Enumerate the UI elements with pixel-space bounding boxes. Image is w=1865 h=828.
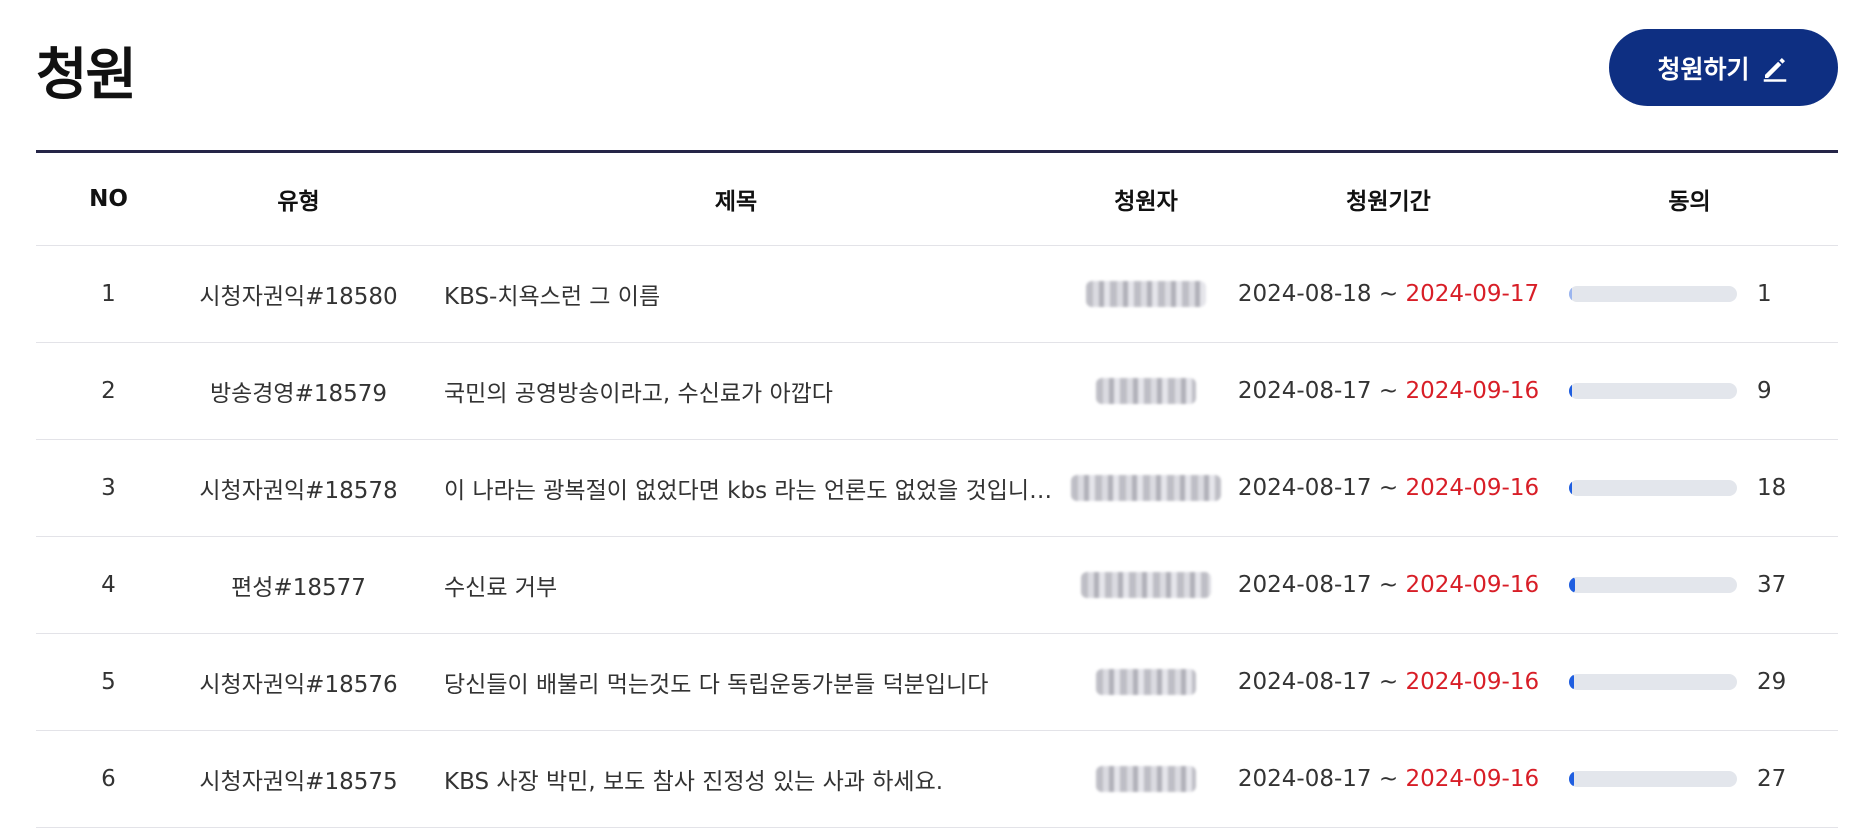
- header-type: 유형: [277, 189, 320, 215]
- row-agree: 29: [1541, 669, 1838, 695]
- agree-count: 1: [1757, 281, 1772, 307]
- row-type: 시청자권익#18578: [199, 478, 398, 504]
- row-agree: 18: [1541, 475, 1838, 501]
- author-name-redacted: [1086, 281, 1206, 307]
- table-row[interactable]: 4 편성#18577 수신료 거부 2024-08-17 ~ 2024-09-16 37: [36, 537, 1838, 634]
- row-no: 4: [101, 572, 116, 598]
- row-type: 시청자권익#18576: [199, 672, 398, 698]
- row-title-link[interactable]: 수신료 거부: [416, 568, 1056, 602]
- row-no: 1: [101, 281, 116, 307]
- period-start: 2024-08-18: [1237, 281, 1372, 307]
- agree-progress-fill: [1569, 480, 1573, 496]
- agree-progress-fill: [1569, 577, 1576, 593]
- agree-progress-bar: [1569, 674, 1737, 690]
- row-agree: 1: [1541, 281, 1838, 307]
- agree-count: 29: [1757, 669, 1787, 695]
- row-title-link[interactable]: 이 나라는 광복절이 없었다면 kbs 라는 언론도 없었을 것입니…: [416, 471, 1056, 505]
- period-end: 2024-09-16: [1405, 669, 1540, 695]
- page-title: 청원: [36, 43, 137, 108]
- table-row[interactable]: 6 시청자권익#18575 KBS 사장 박민, 보도 참사 진정성 있는 사과 하…: [36, 731, 1838, 828]
- period-separator: ~: [1378, 572, 1399, 598]
- row-period: 2024-08-18 ~ 2024-09-17: [1236, 281, 1541, 307]
- period-end: 2024-09-17: [1405, 281, 1540, 307]
- row-title-link[interactable]: 당신들이 배불리 먹는것도 다 독립운동가분들 덕분입니다: [416, 665, 1056, 699]
- table-body: 1 시청자권익#18580 KBS-치욕스런 그 이름 2024-08-18 ~ 20…: [36, 246, 1838, 828]
- period-separator: ~: [1378, 475, 1399, 501]
- row-period: 2024-08-17 ~ 2024-09-16: [1236, 475, 1541, 501]
- period-end: 2024-09-16: [1405, 378, 1540, 404]
- row-period: 2024-08-17 ~ 2024-09-16: [1236, 378, 1541, 404]
- agree-count: 18: [1757, 475, 1787, 501]
- author-name-redacted: [1071, 475, 1221, 501]
- agree-progress-bar: [1569, 383, 1737, 399]
- agree-count: 27: [1757, 766, 1787, 792]
- row-title-link[interactable]: 국민의 공영방송이라고, 수신료가 아깝다: [416, 374, 1056, 408]
- write-petition-label: 청원하기: [1657, 54, 1750, 84]
- row-author: [1056, 475, 1236, 501]
- table-header: NO 유형 제목 청원자 청원기간 동의: [36, 153, 1838, 246]
- agree-progress-fill: [1569, 383, 1572, 399]
- row-no: 3: [101, 475, 116, 501]
- row-period: 2024-08-17 ~ 2024-09-16: [1236, 766, 1541, 792]
- period-start: 2024-08-17: [1237, 378, 1372, 404]
- row-author: [1056, 669, 1236, 695]
- period-separator: ~: [1378, 378, 1399, 404]
- period-start: 2024-08-17: [1237, 766, 1372, 792]
- agree-progress-fill: [1569, 771, 1574, 787]
- period-separator: ~: [1378, 281, 1399, 307]
- period-end: 2024-09-16: [1405, 572, 1540, 598]
- period-separator: ~: [1378, 669, 1399, 695]
- row-author: [1056, 766, 1236, 792]
- row-period: 2024-08-17 ~ 2024-09-16: [1236, 669, 1541, 695]
- row-type: 편성#18577: [231, 575, 366, 601]
- header-period: 청원기간: [1346, 189, 1431, 215]
- table-row[interactable]: 2 방송경영#18579 국민의 공영방송이라고, 수신료가 아깝다 2024-08-…: [36, 343, 1838, 440]
- row-no: 6: [101, 766, 116, 792]
- row-no: 2: [101, 378, 116, 404]
- author-name-redacted: [1096, 766, 1196, 792]
- header-author: 청원자: [1114, 189, 1178, 215]
- row-author: [1056, 572, 1236, 598]
- row-type: 방송경영#18579: [209, 381, 388, 407]
- agree-progress-bar: [1569, 577, 1737, 593]
- row-no: 5: [101, 669, 116, 695]
- agree-progress-bar: [1569, 480, 1737, 496]
- agree-progress-fill: [1569, 286, 1572, 302]
- period-separator: ~: [1378, 766, 1399, 792]
- row-type: 시청자권익#18575: [199, 769, 398, 795]
- row-agree: 37: [1541, 572, 1838, 598]
- period-start: 2024-08-17: [1237, 669, 1372, 695]
- row-title-link[interactable]: KBS-치욕스런 그 이름: [416, 277, 1056, 311]
- period-end: 2024-09-16: [1405, 766, 1540, 792]
- row-author: [1056, 281, 1236, 307]
- period-end: 2024-09-16: [1405, 475, 1540, 501]
- row-type: 시청자권익#18580: [199, 284, 398, 310]
- petition-table: NO 유형 제목 청원자 청원기간 동의 1 시청자권익#18580 KBS-치욕스…: [36, 150, 1838, 828]
- row-period: 2024-08-17 ~ 2024-09-16: [1236, 572, 1541, 598]
- agree-progress-bar: [1569, 286, 1737, 302]
- pencil-icon: [1763, 57, 1786, 82]
- header-no: NO: [89, 186, 128, 212]
- table-row[interactable]: 1 시청자권익#18580 KBS-치욕스런 그 이름 2024-08-18 ~ 20…: [36, 246, 1838, 343]
- row-agree: 27: [1541, 766, 1838, 792]
- table-row[interactable]: 3 시청자권익#18578 이 나라는 광복절이 없었다면 kbs 라는 언론도 없…: [36, 440, 1838, 537]
- author-name-redacted: [1081, 572, 1211, 598]
- author-name-redacted: [1096, 669, 1196, 695]
- author-name-redacted: [1096, 378, 1196, 404]
- row-title-link[interactable]: KBS 사장 박민, 보도 참사 진정성 있는 사과 하세요.: [416, 762, 1056, 796]
- agree-count: 37: [1757, 572, 1787, 598]
- header-agree: 동의: [1668, 189, 1711, 215]
- table-row[interactable]: 5 시청자권익#18576 당신들이 배불리 먹는것도 다 독립운동가분들 덕분입니…: [36, 634, 1838, 731]
- write-petition-button[interactable]: 청원하기: [1609, 29, 1838, 106]
- agree-count: 9: [1757, 378, 1772, 404]
- row-author: [1056, 378, 1236, 404]
- row-agree: 9: [1541, 378, 1838, 404]
- period-start: 2024-08-17: [1237, 475, 1372, 501]
- period-start: 2024-08-17: [1237, 572, 1372, 598]
- header-title: 제목: [714, 189, 758, 215]
- agree-progress-fill: [1569, 674, 1574, 690]
- agree-progress-bar: [1569, 771, 1737, 787]
